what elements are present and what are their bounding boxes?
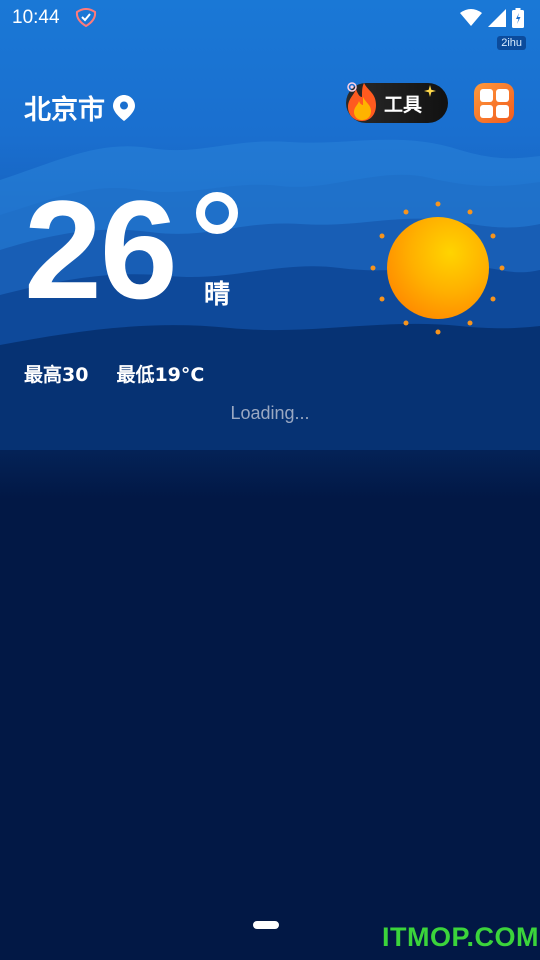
wifi-icon: [460, 9, 482, 26]
city-selector[interactable]: 北京市: [24, 88, 135, 127]
sparkle-icon: [424, 85, 436, 97]
home-gesture-bar[interactable]: [253, 921, 279, 929]
watermark: ITMOP.COM: [382, 922, 540, 952]
city-name: 北京市: [24, 95, 105, 126]
notification-app-icon: [75, 8, 97, 28]
high-temperature: 最高30: [24, 364, 89, 386]
temperature-range: 最高30 最低19°C: [24, 360, 204, 387]
low-temperature: 最低19°C: [116, 364, 205, 386]
apps-grid-button[interactable]: [474, 83, 514, 123]
loading-indicator: Loading...: [230, 403, 310, 423]
degree-symbol: [196, 192, 238, 234]
tools-button[interactable]: 工具: [346, 82, 448, 123]
weather-condition: 晴: [204, 280, 231, 310]
status-bar: 10:44: [0, 0, 540, 36]
battery-icon: [512, 8, 524, 28]
status-badge: 2ihu: [497, 36, 526, 50]
grid-icon: [479, 88, 493, 102]
tools-label: 工具: [384, 93, 423, 116]
sun-icon: [370, 201, 505, 335]
signal-icon: [488, 9, 506, 27]
status-time: 10:44: [12, 7, 60, 28]
current-temperature: 26: [24, 171, 178, 328]
map-pin-icon: [113, 94, 135, 121]
fire-icon: [347, 82, 376, 121]
